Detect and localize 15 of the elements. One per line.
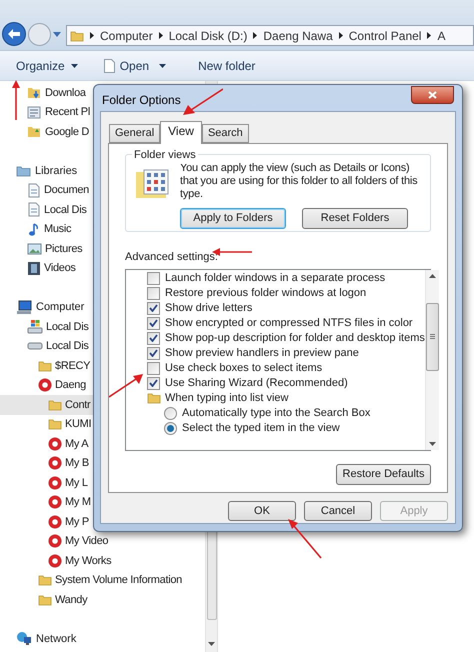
setting-label: Show pop-up description for folder and desktop items xyxy=(165,330,425,346)
setting-label: Automatically type into the Search Box xyxy=(182,406,370,421)
setting-label: Use check boxes to select items xyxy=(165,360,322,376)
group-title: Folder views xyxy=(132,147,198,164)
setting-group-label: When typing into list view xyxy=(165,390,288,406)
setting-label: Use Sharing Wizard (Recommended) xyxy=(165,376,348,391)
advanced-settings-label: Advanced settings: xyxy=(125,250,218,265)
folder-views-description: You can apply the view (such as Details or Icons) that you are using for this folder to all folders of this type. xyxy=(180,162,418,201)
setting-label: Restore previous folder windows at logon xyxy=(165,286,366,301)
setting-label: Show preview handlers in preview pane xyxy=(165,346,359,361)
setting-label: Show drive letters xyxy=(165,300,252,316)
setting-label: Show encrypted or compressed NTFS files in color xyxy=(165,316,413,331)
dialog-title: Folder Options xyxy=(101,92,181,109)
setting-label: Select the typed item in the view xyxy=(182,420,340,436)
setting-label: Launch folder windows in a separate process xyxy=(165,270,386,286)
